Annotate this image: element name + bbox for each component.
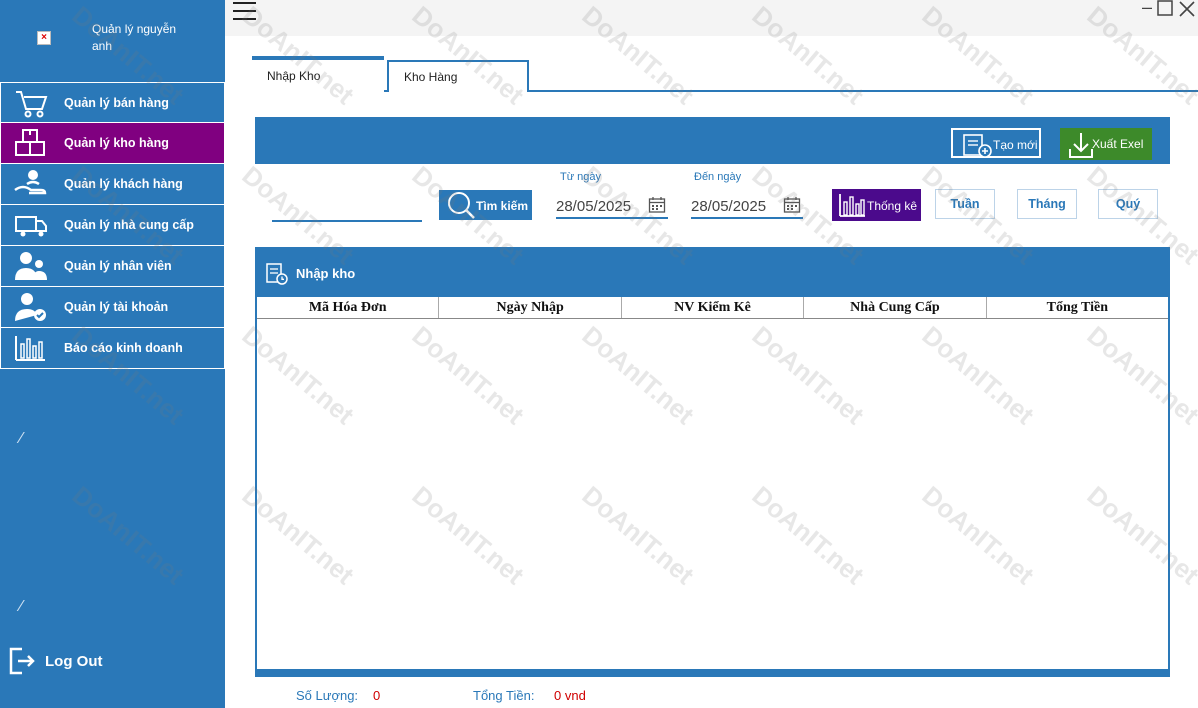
logout-label: Log Out <box>45 653 103 670</box>
hamburger-menu-icon[interactable] <box>233 2 257 24</box>
from-date-label: Từ ngày <box>560 171 601 183</box>
export-label: Xuất Exel <box>1092 137 1144 151</box>
close-icon[interactable] <box>1177 0 1197 18</box>
tab-warehouse[interactable]: Kho Hàng <box>387 60 529 92</box>
export-excel-button[interactable]: Xuất Exel <box>1060 128 1152 160</box>
document-clock-icon <box>266 263 288 285</box>
search-input[interactable] <box>272 196 422 222</box>
sidebar-item-label: Quản lý khách hàng <box>64 177 183 191</box>
employees-icon <box>15 252 47 280</box>
to-date-value: 28/05/2025 <box>691 198 767 215</box>
sidebar-item-accounts[interactable]: Quản lý tài khoản <box>0 287 225 328</box>
delivery-truck-icon <box>15 216 47 237</box>
cart-icon <box>16 91 48 118</box>
tab-import-stock[interactable]: Nhập Kho <box>252 56 384 92</box>
sidebar-item-label: Quản lý bán hàng <box>64 96 169 110</box>
from-date-value: 28/05/2025 <box>556 198 632 215</box>
sidebar-item-sales[interactable]: Quản lý bán hàng <box>0 82 225 123</box>
sidebar-item-label: Quản lý kho hàng <box>64 136 169 150</box>
decorative-mark-icon: ⁄ <box>20 598 23 615</box>
sidebar-item-label: Quản lý tài khoản <box>64 300 169 314</box>
user-name: Quản lý nguyễn anh <box>92 22 177 53</box>
month-button[interactable]: Tháng <box>1017 189 1077 219</box>
sidebar-nav: Quản lý bán hàng Quản lý kho hàng Quản l… <box>0 82 225 369</box>
avatar-broken-image-icon: × <box>37 31 51 45</box>
from-date-picker[interactable]: 28/05/2025 <box>556 191 668 219</box>
tab-bar: Nhập Kho Kho Hàng <box>252 56 1198 92</box>
create-label: Tạo mới <box>993 138 1038 152</box>
top-bar: – <box>225 0 1198 36</box>
statistics-label: Thống kê <box>867 199 918 213</box>
calendar-icon <box>783 197 801 213</box>
maximize-icon[interactable] <box>1155 0 1175 18</box>
decorative-mark-icon: ⁄ <box>20 430 23 447</box>
import-grid-panel: Nhập kho Mã Hóa Đơn Ngày Nhập NV Kiểm Kê… <box>255 247 1170 677</box>
sidebar-item-customers[interactable]: Quản lý khách hàng <box>0 164 225 205</box>
column-header-total[interactable]: Tổng Tiền <box>987 297 1168 318</box>
bar-chart-icon <box>15 336 45 361</box>
total-label: Tổng Tiền: <box>473 688 535 703</box>
sidebar-item-suppliers[interactable]: Quản lý nhà cung cấp <box>0 205 225 246</box>
bar-chart-icon <box>839 194 865 217</box>
to-date-label: Đến ngày <box>694 171 742 183</box>
user-box: × Quản lý nguyễn anh <box>0 0 225 82</box>
column-header-inspector[interactable]: NV Kiểm Kê <box>622 297 805 318</box>
create-button[interactable]: Tạo mới <box>951 128 1041 158</box>
account-user-check-icon <box>15 293 46 321</box>
logout-button[interactable]: Log Out <box>8 644 128 678</box>
sidebar-item-warehouse[interactable]: Quản lý kho hàng <box>0 123 225 164</box>
total-value: 0 vnd <box>554 688 586 703</box>
count-label: Số Lượng: <box>296 688 359 703</box>
quarter-button[interactable]: Quý <box>1098 189 1158 219</box>
customer-hand-icon <box>14 170 47 195</box>
sidebar: × Quản lý nguyễn anh Quản lý bán hàng Qu… <box>0 0 225 708</box>
search-label: Tìm kiếm <box>476 199 529 213</box>
sidebar-item-employees[interactable]: Quản lý nhân viên <box>0 246 225 287</box>
week-button[interactable]: Tuần <box>935 189 995 219</box>
new-document-icon <box>963 134 992 158</box>
search-button[interactable]: Tìm kiếm <box>439 190 532 220</box>
tab-label: Kho Hàng <box>404 70 458 84</box>
grid-panel-footer-bar <box>257 669 1168 675</box>
grid-title: Nhập kho <box>296 266 356 281</box>
sidebar-item-label: Quản lý nhân viên <box>64 259 172 273</box>
sidebar-item-label: Quản lý nhà cung cấp <box>64 218 194 232</box>
tab-label: Nhập Kho <box>267 69 321 83</box>
column-header-supplier[interactable]: Nhà Cung Cấp <box>804 297 987 318</box>
sidebar-item-reports[interactable]: Báo cáo kinh doanh <box>0 328 225 369</box>
search-icon <box>448 192 475 219</box>
warehouse-boxes-icon <box>15 129 45 156</box>
minimize-icon[interactable]: – <box>1137 0 1157 18</box>
to-date-picker[interactable]: 28/05/2025 <box>691 191 803 219</box>
column-header-invoice-id[interactable]: Mã Hóa Đơn <box>257 297 440 318</box>
calendar-icon <box>648 197 666 213</box>
column-header-import-date[interactable]: Ngày Nhập <box>439 297 622 318</box>
count-value: 0 <box>373 688 381 703</box>
grid-column-headers: Mã Hóa Đơn Ngày Nhập NV Kiểm Kê Nhà Cung… <box>257 297 1168 319</box>
grid-panel-header: Nhập kho <box>257 249 1168 297</box>
download-icon <box>1069 133 1093 158</box>
logout-icon <box>9 647 35 675</box>
statistics-button[interactable]: Thống kê <box>832 189 921 221</box>
sidebar-item-label: Báo cáo kinh doanh <box>64 341 183 355</box>
